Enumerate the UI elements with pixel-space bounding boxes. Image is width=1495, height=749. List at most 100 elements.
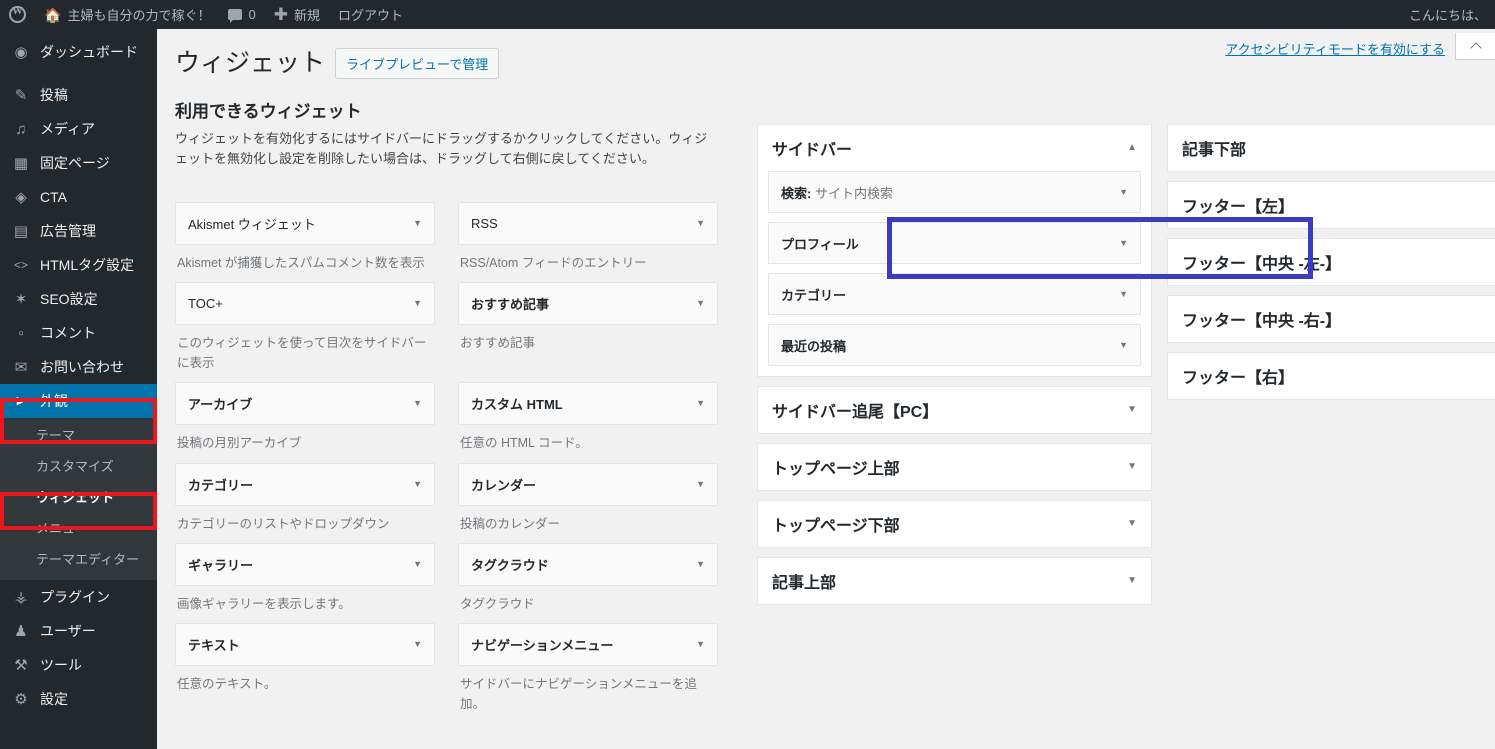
- chevron-down-icon[interactable]: ▼: [413, 219, 422, 228]
- chevron-up-icon[interactable]: ▲: [1127, 143, 1137, 153]
- widget-area-title: 記事上部: [772, 575, 837, 592]
- sidebar-item-html-tags[interactable]: <> HTMLタグ設定: [0, 248, 157, 282]
- chevron-down-icon[interactable]: ▼: [413, 399, 422, 408]
- widget-area-header[interactable]: サイドバー追尾【PC】 ▼: [758, 387, 1151, 433]
- live-preview-button[interactable]: ライブプレビューで管理: [335, 47, 500, 79]
- assigned-widget-row[interactable]: 最近の投稿 ▼: [768, 324, 1141, 366]
- assigned-widget-name: プロフィール: [781, 236, 859, 252]
- available-widget-handle[interactable]: カレンダー ▼: [458, 462, 718, 506]
- available-widget-handle[interactable]: カスタム HTML ▼: [458, 382, 718, 426]
- submenu-item-theme-editor[interactable]: テーマエディター: [0, 543, 157, 574]
- available-widgets-grid: Akismet ウィジェット ▼ Akismet が捕獲したスパムコメント数を表示 R…: [175, 202, 718, 723]
- chevron-down-icon[interactable]: ▼: [1119, 340, 1128, 350]
- submenu-item-customize[interactable]: カスタマイズ: [0, 450, 157, 481]
- account-menu[interactable]: こんにちは、: [1409, 5, 1495, 24]
- submenu-item-themes[interactable]: テーマ: [0, 419, 157, 450]
- sidebar-item-contact[interactable]: ✉ お問い合わせ: [0, 350, 157, 384]
- available-widget-description: RSS/Atom フィードのエントリー: [460, 256, 647, 270]
- sidebar-item-settings[interactable]: ⚙ 設定: [0, 682, 157, 716]
- chevron-down-icon[interactable]: ▼: [696, 479, 705, 489]
- available-widget-handle[interactable]: Akismet ウィジェット ▼: [175, 202, 435, 245]
- chevron-down-icon[interactable]: ▼: [1127, 462, 1137, 472]
- menu-separator: [0, 69, 157, 78]
- assigned-widget-row[interactable]: プロフィール ▼: [768, 222, 1141, 264]
- chevron-down-icon[interactable]: ▼: [1127, 576, 1137, 586]
- sidebar-item-label: ユーザー: [40, 623, 96, 639]
- available-widget-handle[interactable]: ナビゲーションメニュー ▼: [458, 623, 718, 667]
- sidebar-item-label: 外観: [40, 393, 68, 409]
- sidebar-item-pages[interactable]: ▦ 固定ページ: [0, 146, 157, 180]
- greeting-label: こんにちは、: [1408, 8, 1487, 23]
- sidebar-item-plugins[interactable]: ⚶ プラグイン: [0, 580, 157, 614]
- chevron-down-icon[interactable]: ▼: [696, 299, 705, 308]
- chevron-down-icon[interactable]: ▼: [413, 479, 422, 489]
- widget-area-header[interactable]: 記事上部 ▼: [758, 558, 1151, 604]
- available-widget-handle[interactable]: TOC+ ▼: [175, 282, 435, 326]
- chevron-down-icon[interactable]: ▼: [696, 399, 705, 408]
- widget-areas-column-2: 記事下部▼ フッター【左】▼ フッター【中央 -左-】▼ フッター【中央 -右-】▼ フ…: [1167, 124, 1495, 409]
- widget-area-header[interactable]: 記事下部▼: [1168, 125, 1495, 171]
- chevron-down-icon[interactable]: ▼: [1119, 187, 1128, 197]
- chevron-down-icon[interactable]: ▼: [413, 299, 422, 308]
- admin-bar: 🏠 主婦も自分の力で稼ぐ！ 0 ✚ 新規 ログアウト こんにちは、: [0, 0, 1495, 29]
- sidebar-item-seo[interactable]: ✶ SEO設定: [0, 282, 157, 316]
- widget-area-panel: サイドバー ▲ 検索: サイト内検索 ▼ プロフィール ▼ カテゴリー ▼ 最近の投稿 ▼: [757, 124, 1152, 377]
- available-widget-handle[interactable]: テキスト ▼: [175, 623, 435, 667]
- settings-icon: ⚙: [14, 690, 28, 708]
- available-widget-description: タグクラウド: [460, 596, 535, 611]
- sidebar-item-label: 設定: [40, 691, 68, 707]
- available-widget-item: TOC+ ▼ このウィジェットを使って目次をサイドバーに表示: [175, 282, 435, 373]
- sidebar-item-media[interactable]: ♫ メディア: [0, 112, 157, 146]
- chevron-down-icon[interactable]: ▼: [1119, 238, 1128, 248]
- sidebar-item-ads[interactable]: ▤ 広告管理: [0, 214, 157, 248]
- chevron-down-icon[interactable]: ▼: [1127, 405, 1137, 415]
- chevron-down-icon[interactable]: ▼: [1119, 289, 1128, 299]
- widget-area-header[interactable]: フッター【左】▼: [1168, 182, 1495, 228]
- widget-area-header[interactable]: フッター【中央 -左-】▼: [1168, 239, 1495, 285]
- chevron-down-icon[interactable]: ▼: [413, 640, 422, 649]
- wp-logo-menu[interactable]: [0, 0, 35, 29]
- sidebar-item-comments[interactable]: ▫ コメント: [0, 316, 157, 350]
- widget-area-header[interactable]: トップページ上部 ▼: [758, 444, 1151, 490]
- chevron-down-icon[interactable]: ▼: [696, 219, 705, 228]
- sidebar-item-users[interactable]: ♟ ユーザー: [0, 614, 157, 648]
- available-widget-name: Akismet ウィジェット: [188, 217, 316, 232]
- widget-area-header[interactable]: サイドバー ▲: [758, 125, 1151, 171]
- available-widget-handle[interactable]: RSS ▼: [458, 202, 718, 245]
- sidebar-item-cta[interactable]: ◈ CTA: [0, 180, 157, 214]
- available-widget-handle[interactable]: タグクラウド ▼: [458, 542, 718, 586]
- new-content-menu[interactable]: ✚ 新規: [265, 0, 329, 29]
- logout-link[interactable]: ログアウト: [329, 0, 412, 29]
- widget-area-header[interactable]: フッター【右】▼: [1168, 353, 1495, 399]
- available-widget-handle[interactable]: カテゴリー ▼: [175, 462, 435, 506]
- available-widget-handle[interactable]: アーカイブ ▼: [175, 382, 435, 426]
- available-widget-name: カスタム HTML: [471, 397, 563, 413]
- assigned-widget-row[interactable]: 検索: サイト内検索 ▼: [768, 171, 1141, 213]
- chevron-down-icon[interactable]: ▼: [696, 640, 705, 649]
- chevron-down-icon[interactable]: ▼: [696, 559, 705, 569]
- posts-pin-icon: ✎: [14, 86, 28, 104]
- available-widget-handle[interactable]: おすすめ記事 ▼: [458, 282, 718, 326]
- available-widget-handle[interactable]: ギャラリー ▼: [175, 542, 435, 586]
- submenu-item-widgets[interactable]: ウィジェット: [0, 481, 157, 512]
- screen-options-toggle-button[interactable]: [1455, 33, 1495, 60]
- widget-area-header[interactable]: トップページ下部 ▼: [758, 501, 1151, 547]
- submenu-item-menus[interactable]: メニュー: [0, 512, 157, 543]
- available-widget-item: テキスト ▼ 任意のテキスト。: [175, 623, 435, 714]
- chevron-down-icon[interactable]: ▼: [1127, 519, 1137, 529]
- sidebar-item-tools[interactable]: ⚒ ツール: [0, 648, 157, 682]
- accessibility-mode-link[interactable]: アクセシビリティモードを有効にする: [1225, 33, 1455, 58]
- comments-menu[interactable]: 0: [219, 0, 264, 29]
- widget-area-header[interactable]: フッター【中央 -右-】▼: [1168, 296, 1495, 342]
- available-widgets-title: 利用できるウィジェット: [175, 102, 362, 121]
- sidebar-item-appearance[interactable]: ▶ 外観: [0, 384, 157, 418]
- chevron-down-icon[interactable]: ▼: [413, 559, 422, 569]
- sidebar-item-posts[interactable]: ✎ 投稿: [0, 78, 157, 112]
- sidebar-item-dashboard[interactable]: ◉ ダッシュボード: [0, 35, 157, 69]
- available-widget-name: テキスト: [188, 638, 240, 654]
- site-name-menu[interactable]: 🏠 主婦も自分の力で稼ぐ！: [35, 0, 219, 29]
- assigned-widget-row[interactable]: カテゴリー ▼: [768, 273, 1141, 315]
- available-widget-name: タグクラウド: [471, 557, 549, 573]
- available-widgets-description: ウィジェットを有効化するにはサイドバーにドラッグするかクリックしてください。ウィ…: [175, 131, 708, 167]
- available-widget-item: RSS ▼ RSS/Atom フィードのエントリー: [458, 202, 718, 273]
